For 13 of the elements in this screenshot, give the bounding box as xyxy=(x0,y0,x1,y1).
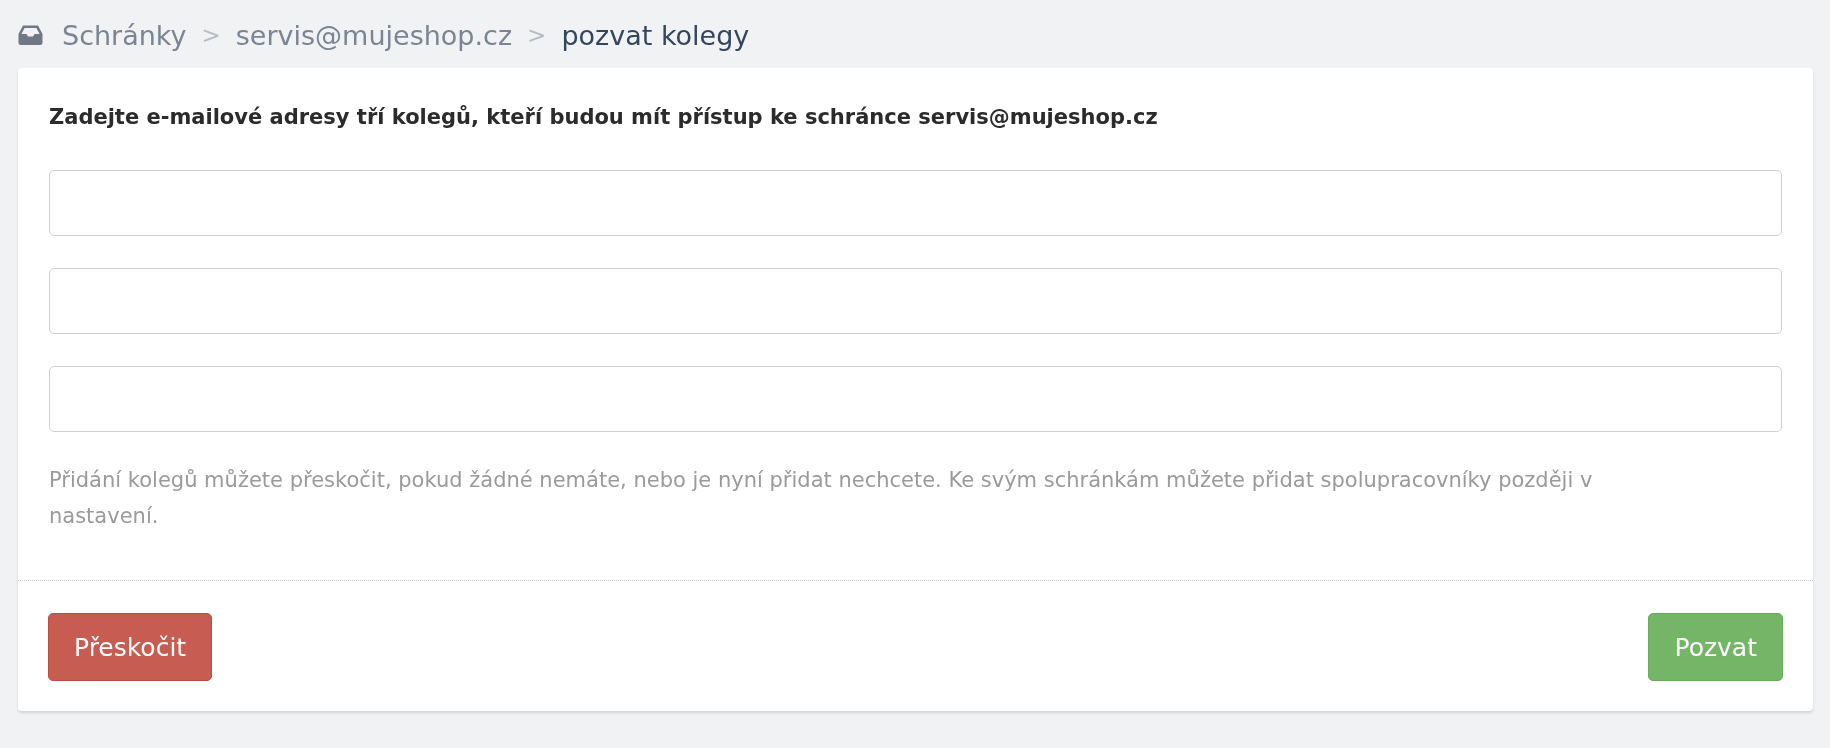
breadcrumb-separator: > xyxy=(201,22,221,48)
breadcrumb-current: pozvat kolegy xyxy=(561,19,750,51)
breadcrumb-link[interactable]: Schránky xyxy=(62,19,187,51)
breadcrumb-separator: > xyxy=(527,22,547,48)
invite-button[interactable]: Pozvat xyxy=(1648,613,1783,681)
skip-button[interactable]: Přeskočit xyxy=(48,613,213,681)
breadcrumb-link[interactable]: servis@mujeshop.cz xyxy=(235,19,513,51)
form-prompt: Zadejte e-mailové adresy tří kolegů, kteří budou mít přístup ke schránce servis@mujeshop.cz xyxy=(49,104,1159,131)
email-input[interactable] xyxy=(49,366,1782,432)
email-input[interactable] xyxy=(49,170,1782,236)
help-text: Přidání kolegů můžete přeskočit, pokud žádné nemáte, nebo je nyní přidat nechcete. Ke svým schránkám můžete přidat spolupracovníky později v nastavení. xyxy=(49,467,1594,530)
email-input[interactable] xyxy=(49,268,1782,334)
inbox-tray-icon xyxy=(18,25,43,45)
